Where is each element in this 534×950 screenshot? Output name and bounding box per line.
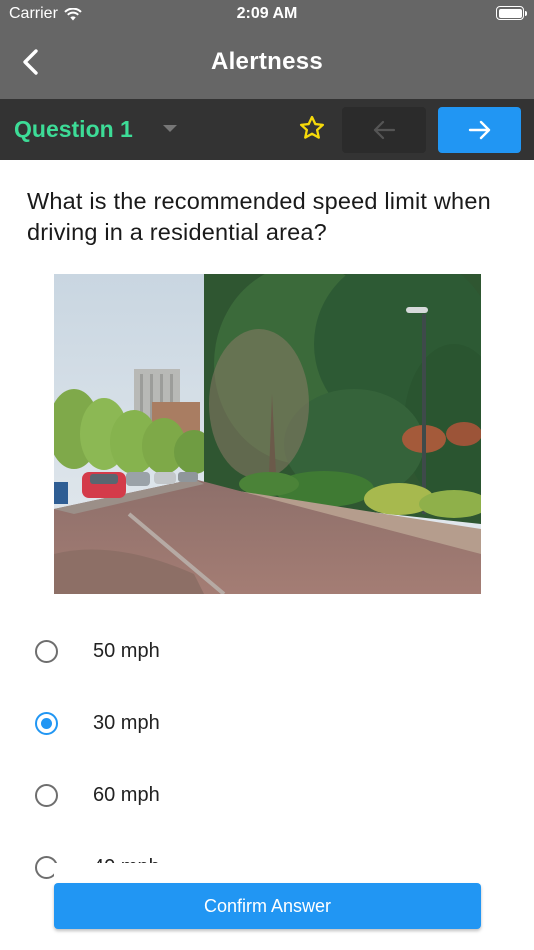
answer-label: 60 mph [93, 784, 160, 806]
status-bar: Carrier 2:09 AM [0, 0, 534, 28]
caret-down-icon[interactable] [163, 125, 177, 132]
top-header: Carrier 2:09 AM Alertness [0, 0, 534, 99]
radio-button-selected[interactable] [35, 712, 58, 735]
answer-label: 30 mph [93, 712, 160, 734]
bookmark-button[interactable] [298, 114, 326, 147]
residential-street-image [54, 274, 481, 594]
arrow-left-icon [373, 120, 396, 140]
star-outline-icon [299, 115, 325, 139]
previous-question-button[interactable] [342, 107, 426, 153]
question-text: What is the recommended speed limit when… [27, 188, 491, 245]
answer-option-2[interactable]: 30 mph [0, 693, 534, 753]
question-number[interactable]: Question 1 [14, 116, 133, 143]
battery-icon [496, 6, 527, 20]
next-question-button[interactable] [438, 107, 521, 153]
app-screen: Carrier 2:09 AM Alertness Question 1 Wha… [0, 0, 534, 950]
confirm-answer-button[interactable]: Confirm Answer [54, 883, 481, 929]
arrow-right-icon [468, 120, 490, 140]
answer-option-1[interactable]: 50 mph [0, 621, 534, 681]
page-title: Alertness [210, 48, 324, 75]
question-image [54, 274, 481, 594]
radio-button[interactable] [35, 640, 58, 663]
clock: 2:09 AM [236, 5, 298, 22]
answer-label: 50 mph [93, 640, 160, 662]
answer-option-3[interactable]: 60 mph [0, 765, 534, 825]
radio-button[interactable] [35, 784, 58, 807]
